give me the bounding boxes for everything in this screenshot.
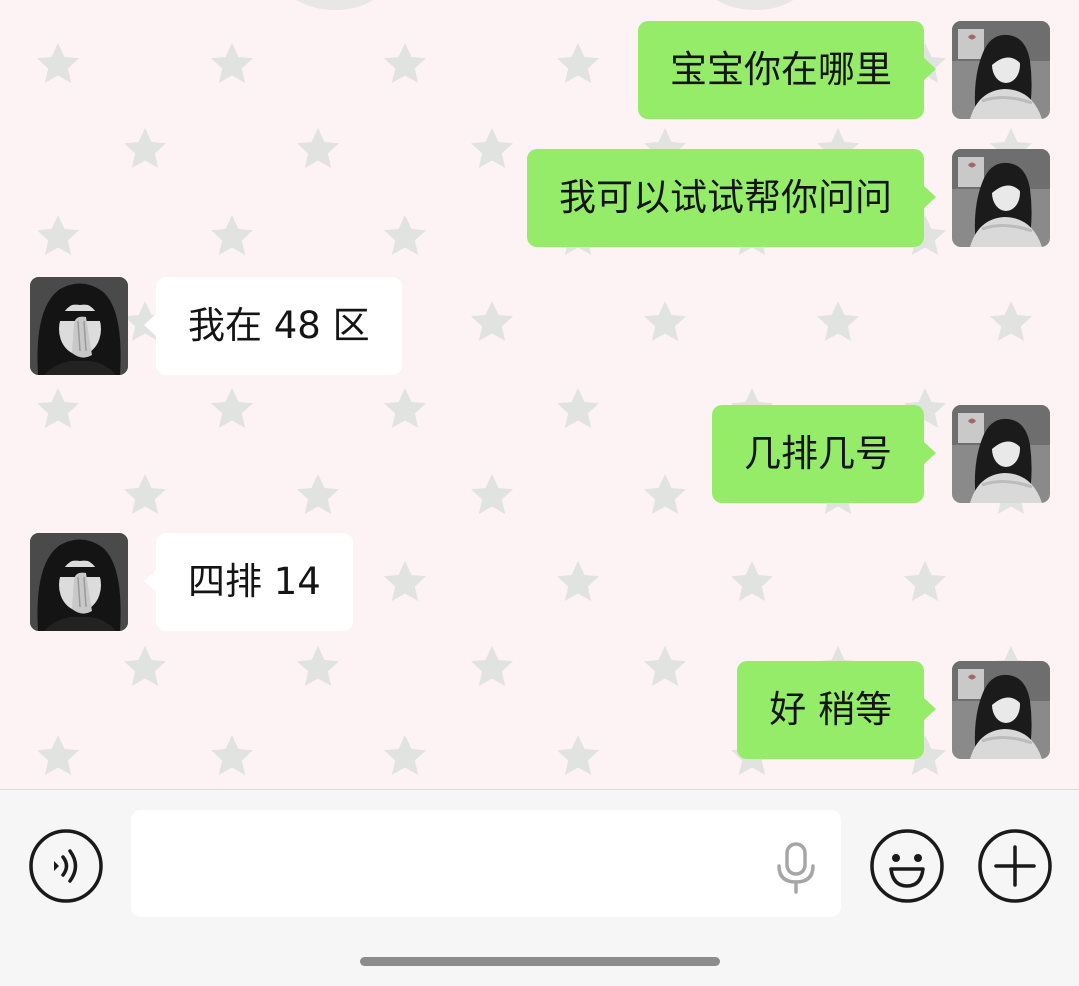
my-avatar[interactable] xyxy=(952,405,1050,503)
more-options-button[interactable] xyxy=(977,828,1053,904)
home-indicator[interactable] xyxy=(360,957,720,966)
plus-icon xyxy=(978,829,1052,903)
contact-avatar[interactable] xyxy=(30,277,128,375)
microphone-icon[interactable] xyxy=(774,842,818,894)
message-bubble[interactable]: 好 稍等 xyxy=(737,661,936,759)
contact-avatar[interactable] xyxy=(30,533,128,631)
message-bubble[interactable]: 四排 14 xyxy=(144,533,353,631)
voice-wave-icon xyxy=(29,829,103,903)
my-avatar[interactable] xyxy=(952,149,1050,247)
message-bubble[interactable]: 我可以试试帮你问问 xyxy=(527,149,936,247)
message-input[interactable] xyxy=(151,830,755,898)
input-bar xyxy=(0,790,1079,986)
my-avatar[interactable] xyxy=(952,661,1050,759)
message-bubble[interactable]: 几排几号 xyxy=(712,405,936,503)
emoji-button[interactable] xyxy=(869,828,945,904)
message-bubble[interactable]: 我在 48 区 xyxy=(144,277,402,375)
my-avatar[interactable] xyxy=(952,21,1050,119)
smiley-face-icon xyxy=(870,829,944,903)
message-input-box[interactable] xyxy=(131,810,841,917)
chat-message-area[interactable]: 宝宝你在哪里我可以试试帮你问问我在 48 区几排几号四排 14 好 稍等 xyxy=(0,0,1079,789)
voice-toggle-button[interactable] xyxy=(28,828,104,904)
message-bubble[interactable]: 宝宝你在哪里 xyxy=(638,21,936,119)
